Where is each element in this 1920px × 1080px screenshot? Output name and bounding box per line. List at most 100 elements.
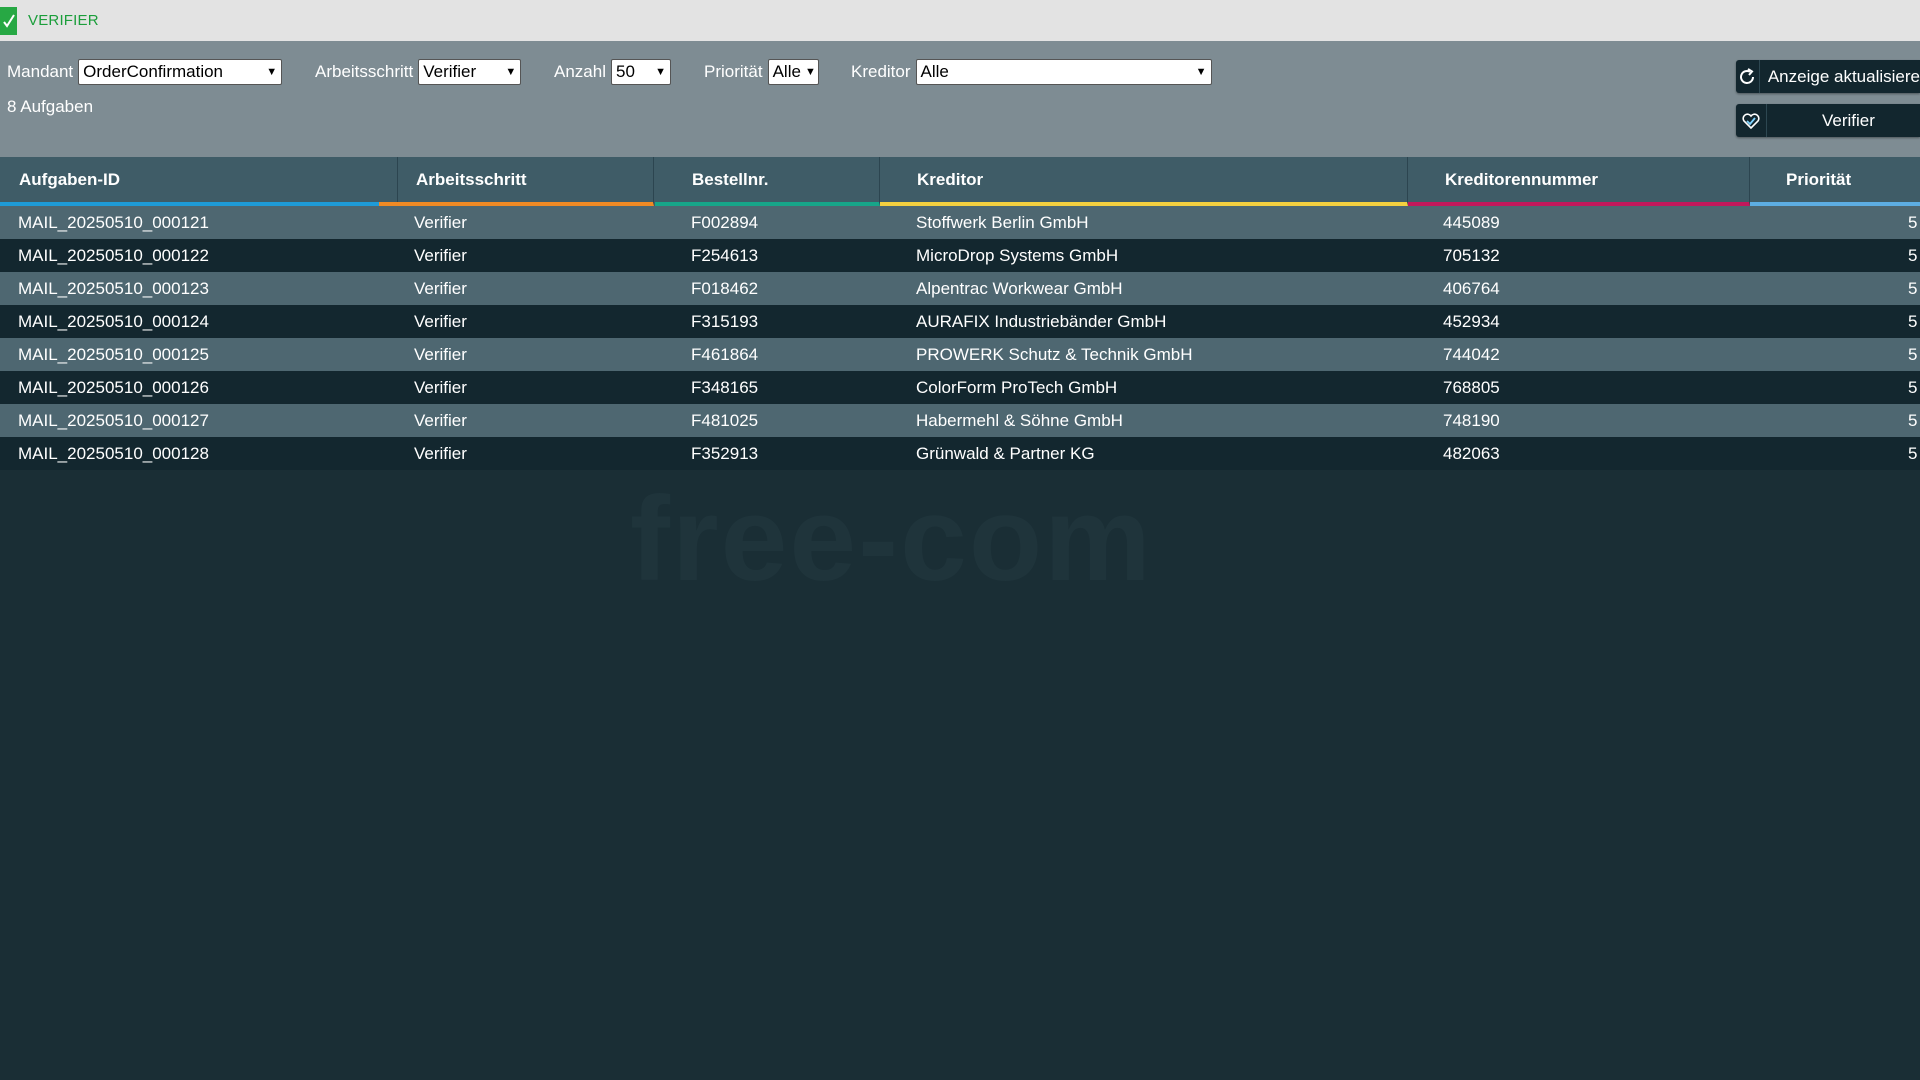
cell-step: Verifier: [414, 311, 467, 331]
cell-creditor-number: 445089: [1443, 212, 1500, 232]
chevron-down-icon: ▼: [505, 66, 517, 78]
title-bar: VERIFIER: [0, 0, 1920, 41]
cell-task-id: MAIL_20250510_000128: [18, 443, 209, 463]
cell-priority: 5: [1908, 278, 1918, 298]
cell-creditor: ColorForm ProTech GmbH: [916, 377, 1118, 397]
cell-creditor: PROWERK Schutz & Technik GmbH: [916, 344, 1193, 364]
chevron-down-icon: ▼: [1195, 66, 1207, 78]
table-row[interactable]: MAIL_20250510_000128 Verifier F352913 Gr…: [0, 437, 1920, 470]
cell-creditor-number: 744042: [1443, 344, 1500, 364]
app-title: VERIFIER: [28, 12, 99, 29]
cell-priority: 5: [1908, 410, 1918, 430]
cell-creditor: Stoffwerk Berlin GmbH: [916, 212, 1089, 232]
cell-creditor: MicroDrop Systems GmbH: [916, 245, 1119, 265]
refresh-button-label: Anzeige aktualisiere: [1767, 66, 1920, 86]
column-label: Kreditor: [917, 169, 984, 189]
cell-task-id: MAIL_20250510_000127: [18, 410, 209, 430]
cell-creditor-number: 482063: [1443, 443, 1500, 463]
cell-order-number: F002894: [691, 212, 759, 232]
table-row[interactable]: MAIL_20250510_000124 Verifier F315193 AU…: [0, 305, 1920, 338]
chevron-down-icon: ▼: [804, 66, 816, 78]
cell-step: Verifier: [414, 377, 467, 397]
anzahl-value: 50: [615, 62, 635, 81]
kreditor-value: Alle: [920, 62, 949, 81]
refresh-icon: [1736, 60, 1760, 93]
cell-creditor-number: 768805: [1443, 377, 1500, 397]
refresh-button[interactable]: Anzeige aktualisiere: [1736, 60, 1920, 93]
cell-step: Verifier: [414, 278, 467, 298]
table-row[interactable]: MAIL_20250510_000125 Verifier F461864 PR…: [0, 338, 1920, 371]
cell-step: Verifier: [414, 245, 467, 265]
cell-step: Verifier: [414, 344, 467, 364]
cell-order-number: F018462: [691, 278, 759, 298]
column-header-kreditor[interactable]: Kreditor: [880, 157, 1408, 206]
prioritaet-value: Alle: [772, 62, 801, 81]
prioritaet-label: Priorität: [704, 62, 763, 81]
cell-priority: 5: [1908, 344, 1918, 364]
cell-order-number: F254613: [691, 245, 759, 265]
cell-priority: 5: [1908, 377, 1918, 397]
mandant-select[interactable]: OrderConfirmation ▼: [78, 59, 283, 85]
cell-task-id: MAIL_20250510_000123: [18, 278, 209, 298]
verifier-button[interactable]: Verifier: [1736, 104, 1920, 137]
cell-creditor: Habermehl & Söhne GmbH: [916, 410, 1123, 430]
cell-priority: 5: [1908, 443, 1918, 463]
cell-creditor: AURAFIX Industriebänder GmbH: [916, 311, 1167, 331]
cell-step: Verifier: [414, 410, 467, 430]
filter-arbeitsschritt: Arbeitsschritt Verifier ▼: [315, 59, 522, 85]
mandant-label: Mandant: [7, 62, 74, 81]
column-label: Aufgaben-ID: [19, 169, 121, 189]
filter-anzahl: Anzahl 50 ▼: [554, 59, 671, 85]
column-label: Priorität: [1786, 169, 1852, 189]
column-label: Arbeitsschritt: [416, 169, 527, 189]
watermark: free-com: [630, 472, 1153, 606]
cell-priority: 5: [1908, 311, 1918, 331]
column-header-arbeitsschritt[interactable]: Arbeitsschritt: [379, 157, 654, 206]
filter-prioritaet: Priorität Alle ▼: [704, 59, 819, 85]
cell-order-number: F352913: [691, 443, 759, 463]
column-label: Bestellnr.: [692, 169, 769, 189]
prioritaet-select[interactable]: Alle ▼: [767, 59, 819, 85]
check-icon: [0, 6, 17, 35]
cell-creditor-number: 406764: [1443, 278, 1500, 298]
column-header-aufgaben-id[interactable]: Aufgaben-ID: [0, 157, 398, 206]
cell-creditor-number: 452934: [1443, 311, 1500, 331]
arbeitsschritt-select[interactable]: Verifier ▼: [418, 59, 522, 85]
cell-creditor-number: 748190: [1443, 410, 1500, 430]
column-label: Kreditorennummer: [1445, 169, 1599, 189]
arbeitsschritt-label: Arbeitsschritt: [315, 62, 414, 81]
table-row[interactable]: MAIL_20250510_000122 Verifier F254613 Mi…: [0, 239, 1920, 272]
verifier-icon: [1736, 104, 1767, 137]
kreditor-select[interactable]: Alle ▼: [915, 59, 1212, 85]
table-row[interactable]: MAIL_20250510_000121 Verifier F002894 St…: [0, 206, 1920, 239]
cell-order-number: F348165: [691, 377, 759, 397]
kreditor-label: Kreditor: [851, 62, 911, 81]
task-count: 8 Aufgaben: [7, 97, 94, 116]
column-header-bestellnr[interactable]: Bestellnr.: [655, 157, 880, 206]
cell-task-id: MAIL_20250510_000121: [18, 212, 209, 232]
chevron-down-icon: ▼: [266, 66, 278, 78]
cell-creditor-number: 705132: [1443, 245, 1500, 265]
table-header: Aufgaben-ID Arbeitsschritt Bestellnr. Kr…: [0, 157, 1920, 206]
mandant-value: OrderConfirmation: [83, 62, 223, 81]
table-row[interactable]: MAIL_20250510_000123 Verifier F018462 Al…: [0, 272, 1920, 305]
column-header-kreditorennummer[interactable]: Kreditorennummer: [1408, 157, 1750, 206]
filter-kreditor: Kreditor Alle ▼: [851, 59, 1212, 85]
cell-step: Verifier: [414, 212, 467, 232]
table-row[interactable]: MAIL_20250510_000127 Verifier F481025 Ha…: [0, 404, 1920, 437]
arbeitsschritt-value: Verifier: [423, 62, 477, 81]
filter-mandant: Mandant OrderConfirmation ▼: [7, 59, 283, 85]
cell-task-id: MAIL_20250510_000125: [18, 344, 209, 364]
cell-order-number: F481025: [691, 410, 759, 430]
filter-toolbar: Mandant OrderConfirmation ▼ Arbeitsschri…: [0, 41, 1920, 157]
chevron-down-icon: ▼: [655, 66, 666, 78]
cell-creditor: Grünwald & Partner KG: [916, 443, 1095, 463]
anzahl-label: Anzahl: [554, 62, 606, 81]
cell-task-id: MAIL_20250510_000126: [18, 377, 209, 397]
anzahl-select[interactable]: 50 ▼: [610, 59, 671, 85]
cell-order-number: F315193: [691, 311, 759, 331]
cell-task-id: MAIL_20250510_000124: [18, 311, 209, 331]
cell-task-id: MAIL_20250510_000122: [18, 245, 209, 265]
column-header-prioritaet[interactable]: Priorität: [1750, 157, 1920, 206]
table-row[interactable]: MAIL_20250510_000126 Verifier F348165 Co…: [0, 371, 1920, 404]
